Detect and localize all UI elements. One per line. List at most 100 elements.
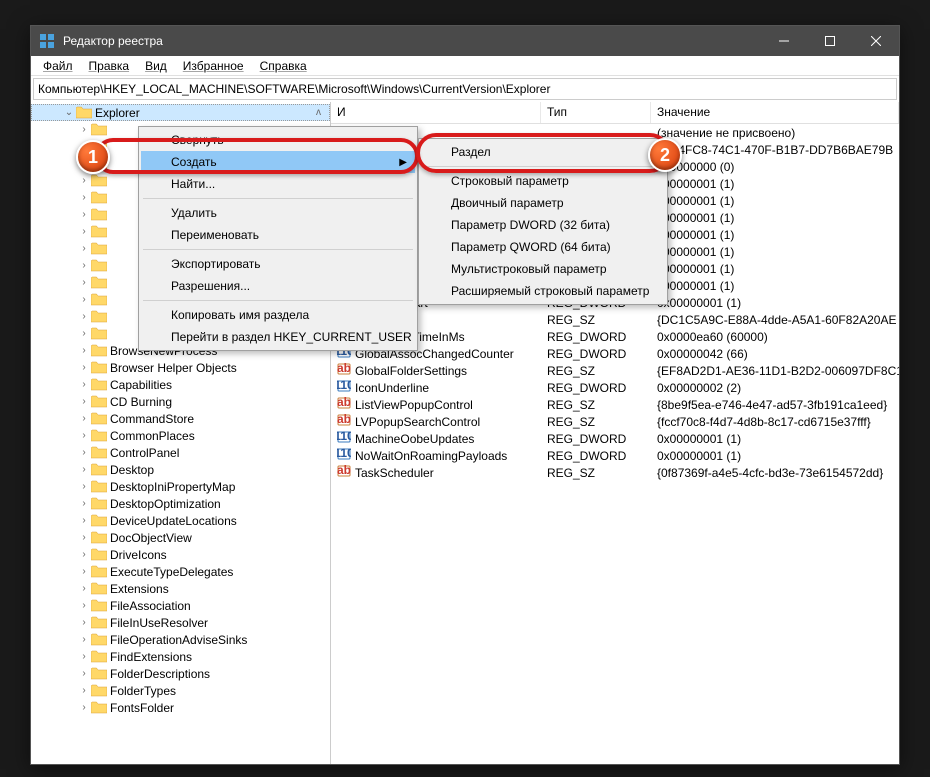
expander-icon[interactable]: › — [77, 362, 91, 373]
tree-item[interactable]: ›FindExtensions — [31, 648, 330, 665]
expander-icon[interactable]: › — [77, 192, 91, 203]
menu-favorites[interactable]: Избранное — [175, 57, 252, 75]
menu-help[interactable]: Справка — [252, 57, 315, 75]
ctx-create-dword[interactable]: Параметр DWORD (32 бита) — [421, 214, 665, 236]
expander-icon[interactable]: › — [77, 515, 91, 526]
menu-view[interactable]: Вид — [137, 57, 175, 75]
menu-file[interactable]: Файл — [35, 57, 81, 75]
ctx-rename[interactable]: Переименовать — [141, 224, 415, 246]
ctx-create-binary[interactable]: Двоичный параметр — [421, 192, 665, 214]
expander-icon[interactable]: › — [77, 260, 91, 271]
tree-item[interactable]: ›DocObjectView — [31, 529, 330, 546]
expander-icon[interactable]: › — [77, 464, 91, 475]
col-type[interactable]: Тип — [541, 102, 651, 123]
maximize-button[interactable] — [807, 26, 853, 56]
menu-edit[interactable]: Правка — [81, 57, 138, 75]
ctx-create-string[interactable]: Строковый параметр — [421, 170, 665, 192]
expander-icon[interactable]: › — [77, 498, 91, 509]
tree-item[interactable]: ›FileInUseResolver — [31, 614, 330, 631]
tree-item[interactable]: ›DeviceUpdateLocations — [31, 512, 330, 529]
list-row[interactable]: 110MachineOobeUpdatesREG_DWORD0x00000001… — [331, 430, 899, 447]
expander-icon[interactable]: › — [77, 600, 91, 611]
tree-item[interactable]: ›CD Burning — [31, 393, 330, 410]
badge-2: 2 — [648, 138, 682, 172]
titlebar[interactable]: Редактор реестра — [31, 26, 899, 56]
ctx-create-key[interactable]: Раздел — [421, 141, 665, 163]
tree-item[interactable]: ›Browser Helper Objects — [31, 359, 330, 376]
tree-item[interactable]: ›ControlPanel — [31, 444, 330, 461]
expander-icon[interactable]: › — [77, 634, 91, 645]
tree-item[interactable]: ›FolderTypes — [31, 682, 330, 699]
tree-item[interactable]: ›CommandStore — [31, 410, 330, 427]
ctx-delete[interactable]: Удалить — [141, 202, 415, 224]
expander-icon[interactable]: › — [77, 277, 91, 288]
tree-item[interactable]: ›FontsFolder — [31, 699, 330, 716]
expander-icon[interactable]: › — [77, 226, 91, 237]
svg-text:110: 110 — [337, 379, 351, 392]
expander-icon[interactable]: › — [77, 651, 91, 662]
expander-icon[interactable]: › — [77, 379, 91, 390]
close-button[interactable] — [853, 26, 899, 56]
list-row[interactable]: 110IconUnderlineREG_DWORD0x00000002 (2) — [331, 379, 899, 396]
expander-icon[interactable]: › — [77, 481, 91, 492]
expander-icon[interactable]: › — [77, 702, 91, 713]
tree-item[interactable]: ›ExecuteTypeDelegates — [31, 563, 330, 580]
expander-icon[interactable]: ⌄ — [62, 107, 76, 118]
tree-item[interactable]: ›DesktopOptimization — [31, 495, 330, 512]
ctx-export[interactable]: Экспортировать — [141, 253, 415, 275]
list-row[interactable]: abTaskSchedulerREG_SZ{0f87369f-a4e5-4cfc… — [331, 464, 899, 481]
expander-icon[interactable]: › — [77, 549, 91, 560]
tree-item[interactable]: › DesktopIniPropertyMap — [31, 478, 330, 495]
ctx-collapse[interactable]: Свернуть — [141, 129, 415, 151]
expander-icon[interactable]: › — [77, 328, 91, 339]
expander-icon[interactable]: › — [77, 345, 91, 356]
tree-item[interactable]: ›Desktop — [31, 461, 330, 478]
expander-icon[interactable]: › — [77, 413, 91, 424]
col-name[interactable]: И — [331, 102, 541, 123]
reg-value: 0x00000001 (1) — [657, 296, 741, 310]
list-row[interactable]: 110NoWaitOnRoamingPayloadsREG_DWORD0x000… — [331, 447, 899, 464]
ctx-copy-key[interactable]: Копировать имя раздела — [141, 304, 415, 326]
tree-label: DesktopIniPropertyMap — [110, 480, 235, 494]
expander-icon[interactable]: › — [77, 566, 91, 577]
list-row[interactable]: abListViewPopupControlREG_SZ{8be9f5ea-e7… — [331, 396, 899, 413]
expander-icon[interactable]: › — [77, 430, 91, 441]
tree-item[interactable]: › Extensions — [31, 580, 330, 597]
ctx-create-qword[interactable]: Параметр QWORD (64 бита) — [421, 236, 665, 258]
col-value[interactable]: Значение — [651, 102, 899, 123]
list-row[interactable]: abGlobalFolderSettingsREG_SZ{EF8AD2D1-AE… — [331, 362, 899, 379]
tree-item[interactable]: ›Capabilities — [31, 376, 330, 393]
ctx-find[interactable]: Найти... — [141, 173, 415, 195]
expander-icon[interactable]: › — [77, 685, 91, 696]
ctx-create[interactable]: Создать▶ — [141, 151, 415, 173]
expander-icon[interactable]: › — [77, 311, 91, 322]
list-row[interactable]: abLVPopupSearchControlREG_SZ{fccf70c8-f4… — [331, 413, 899, 430]
tree-item[interactable]: ›FileOperationAdviseSinks — [31, 631, 330, 648]
expander-icon[interactable]: › — [77, 583, 91, 594]
expander-icon[interactable]: › — [77, 668, 91, 679]
tree-item[interactable]: ›CommonPlaces — [31, 427, 330, 444]
ctx-permissions[interactable]: Разрешения... — [141, 275, 415, 297]
badge-1: 1 — [76, 140, 110, 174]
reg-value: x00000001 (1) — [657, 245, 734, 259]
expander-icon[interactable]: › — [77, 617, 91, 628]
expander-icon[interactable]: › — [77, 124, 91, 135]
tree-item[interactable]: ›FolderDescriptions — [31, 665, 330, 682]
tree-label: Extensions — [110, 582, 169, 596]
ctx-goto-hkcu[interactable]: Перейти в раздел HKEY_CURRENT_USER — [141, 326, 415, 348]
tree-item-explorer[interactable]: ⌄Explorerʌ — [31, 104, 330, 121]
expander-icon[interactable]: › — [77, 294, 91, 305]
ctx-create-multistring[interactable]: Мультистроковый параметр — [421, 258, 665, 280]
tree-label: DriveIcons — [110, 548, 167, 562]
expander-icon[interactable]: › — [77, 243, 91, 254]
ctx-create-expandstring[interactable]: Расширяемый строковый параметр — [421, 280, 665, 302]
minimize-button[interactable] — [761, 26, 807, 56]
tree-item[interactable]: ›FileAssociation — [31, 597, 330, 614]
expander-icon[interactable]: › — [77, 396, 91, 407]
expander-icon[interactable]: › — [77, 209, 91, 220]
expander-icon[interactable]: › — [77, 447, 91, 458]
address-bar[interactable]: Компьютер\HKEY_LOCAL_MACHINE\SOFTWARE\Mi… — [33, 78, 897, 100]
expander-icon[interactable]: › — [77, 175, 91, 186]
expander-icon[interactable]: › — [77, 532, 91, 543]
tree-item[interactable]: › DriveIcons — [31, 546, 330, 563]
